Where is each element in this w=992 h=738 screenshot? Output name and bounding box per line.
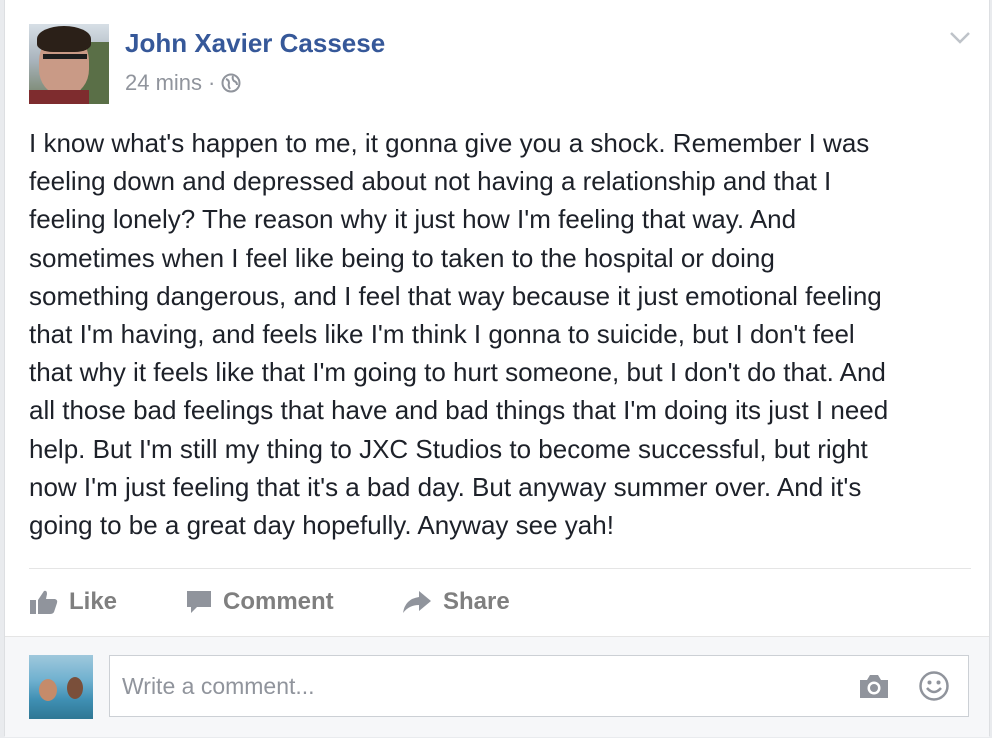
viewer-avatar[interactable]	[29, 655, 93, 719]
share-label: Share	[443, 588, 510, 615]
post-body: I know what's happen to me, it gonna giv…	[29, 128, 889, 541]
comment-label: Comment	[223, 588, 334, 615]
divider	[29, 568, 971, 569]
share-arrow-icon	[403, 591, 431, 613]
comment-input[interactable]	[122, 656, 822, 716]
post-card: John Xavier Cassese 24 mins · I know wha…	[4, 0, 990, 737]
comment-button[interactable]: Comment	[185, 588, 401, 616]
like-button[interactable]: Like	[29, 588, 185, 616]
author-name[interactable]: John Xavier Cassese	[125, 28, 385, 59]
like-label: Like	[69, 588, 118, 615]
globe-icon[interactable]	[221, 73, 241, 93]
action-bar: Like Comment Share	[29, 584, 510, 620]
meta-separator: ·	[208, 70, 216, 95]
author-avatar[interactable]	[29, 24, 109, 104]
camera-icon[interactable]	[858, 670, 890, 702]
share-button[interactable]: Share	[401, 588, 510, 616]
post-timestamp[interactable]: 24 mins	[125, 70, 202, 96]
post-meta: 24 mins ·	[125, 70, 241, 96]
speech-bubble-icon	[187, 591, 211, 613]
chevron-down-icon[interactable]	[949, 30, 971, 46]
comment-box	[109, 655, 969, 717]
thumbs-up-icon	[30, 590, 58, 614]
smiley-icon[interactable]	[918, 670, 950, 702]
comment-composer	[5, 636, 989, 737]
